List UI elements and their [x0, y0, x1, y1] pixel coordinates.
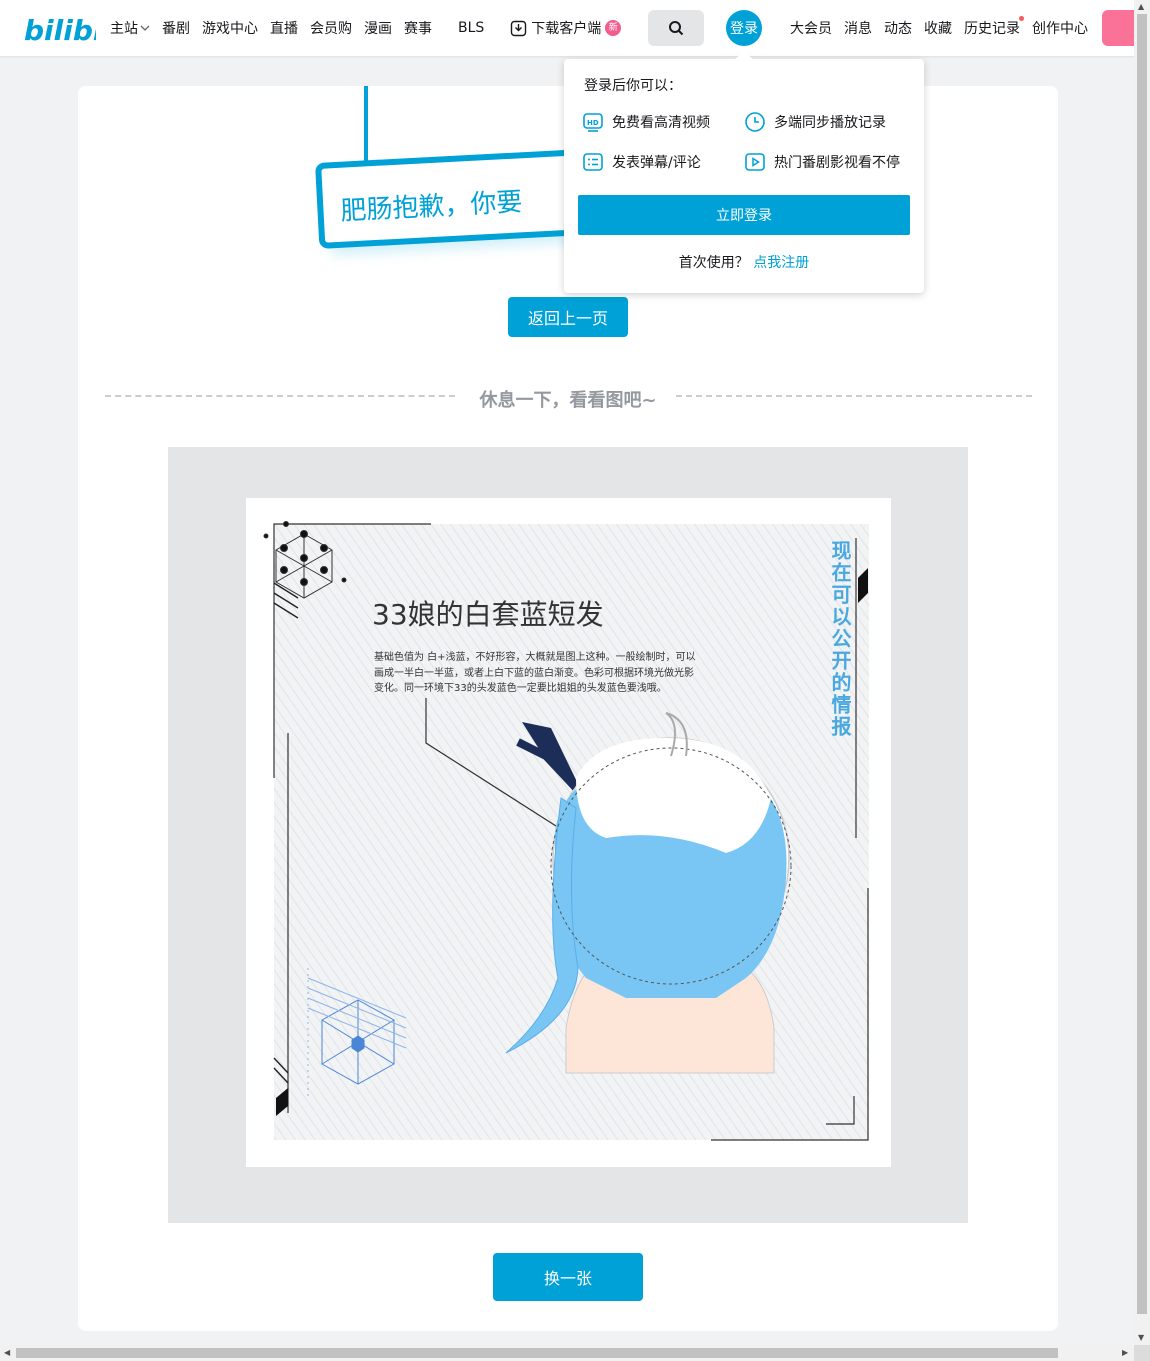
picture-frame: 33娘的白套蓝短发 基础色值为 白+浅蓝，不好形容，大概就是图上这种。一般绘制时…: [168, 447, 968, 1223]
nav-label: BLS: [458, 20, 485, 36]
nav-left: 主站 番剧 游戏中心 直播 会员购 漫画 赛事 BLS 下载客户端 新: [110, 0, 633, 56]
picture-illustration: 33娘的白套蓝短发 基础色值为 白+浅蓝，不好形容，大概就是图上这种。一般绘制时…: [263, 521, 869, 1141]
feature-bangumi: 热门番剧影视看不停: [744, 151, 900, 173]
top-header: bilibili 主站 番剧 游戏中心 直播 会员购 漫画 赛事 BLS 下载客…: [0, 0, 1134, 56]
register-prompt-text: 首次使用？: [678, 255, 749, 271]
notification-dot: [1019, 16, 1024, 21]
nav-bls[interactable]: BLS: [458, 0, 484, 56]
nav-label: 会员购: [310, 21, 352, 37]
play-icon: [745, 153, 765, 171]
svg-text:现在可以公开的情报: 现在可以公开的情报: [828, 540, 852, 738]
nav-label: 下载客户端: [531, 21, 602, 37]
nav-main-station[interactable]: 主站: [110, 0, 150, 56]
feature-danmaku-comments: 发表弹幕/评论: [582, 151, 701, 173]
nav-label: 创作中心: [1032, 21, 1088, 37]
chevron-down-icon: [140, 25, 150, 31]
nav-label: 番剧: [162, 21, 190, 37]
list-icon: [583, 153, 603, 171]
random-picture: 33娘的白套蓝短发 基础色值为 白+浅蓝，不好形容，大概就是图上这种。一般绘制时…: [246, 498, 891, 1167]
nav-messages[interactable]: 消息: [844, 0, 872, 56]
feature-sync-history: 多端同步播放记录: [744, 111, 886, 133]
register-link[interactable]: 点我注册: [753, 255, 809, 271]
new-badge: 新: [605, 20, 622, 36]
vertical-scrollbar[interactable]: ▲ ▼: [1134, 0, 1150, 1345]
nav-history[interactable]: 历史记录: [964, 0, 1024, 56]
nav-label: 消息: [844, 21, 872, 37]
hd-icon: HD: [583, 113, 603, 132]
popover-title: 登录后你可以：: [584, 78, 682, 94]
nav-label: 赛事: [404, 21, 432, 37]
scroll-up-arrow[interactable]: ▲: [1138, 2, 1144, 11]
horizontal-scrollbar[interactable]: ◀ ▶: [0, 1345, 1134, 1361]
svg-text:bilibili: bilibili: [24, 14, 96, 46]
register-prompt: 首次使用？ 点我注册: [564, 252, 924, 272]
nav-right: 大会员 消息 动态 收藏 历史记录 创作中心: [790, 0, 1100, 56]
scroll-right-arrow[interactable]: ▶: [1122, 1348, 1128, 1357]
login-now-button[interactable]: 立即登录: [578, 195, 910, 235]
upload-button[interactable]: [1102, 10, 1134, 46]
nav-vip[interactable]: 大会员: [790, 0, 832, 56]
nav-label: 直播: [270, 21, 298, 37]
feature-hd-video: HD 免费看高清视频: [582, 111, 710, 133]
nav-label: 历史记录: [964, 21, 1020, 37]
nav-label: 主站: [110, 21, 138, 37]
scroll-left-arrow[interactable]: ◀: [4, 1348, 10, 1357]
search-button[interactable]: [648, 10, 704, 46]
nav-label: 收藏: [924, 21, 952, 37]
bilibili-logo[interactable]: bilibili: [22, 10, 96, 46]
feature-label: 多端同步播放记录: [774, 115, 886, 131]
login-avatar[interactable]: 登录: [726, 10, 762, 46]
svg-text:HD: HD: [587, 119, 599, 127]
svg-text:变化。同一环境下33的头发蓝色一定要比姐姐的头发蓝色要浅哦。: 变化。同一环境下33的头发蓝色一定要比姐姐的头发蓝色要浅哦。: [374, 681, 667, 694]
nav-game-center[interactable]: 游戏中心: [202, 0, 258, 56]
nav-label: 大会员: [790, 21, 832, 37]
go-back-button[interactable]: 返回上一页: [508, 297, 628, 337]
feature-label: 发表弹幕/评论: [612, 155, 701, 171]
feature-label: 热门番剧影视看不停: [774, 155, 900, 171]
nav-label: 游戏中心: [202, 21, 258, 37]
svg-text:画成一半白一半蓝，或者上白下蓝的蓝白渐变。色彩可根据环境光做: 画成一半白一半蓝，或者上白下蓝的蓝白渐变。色彩可根据环境光做光影: [374, 666, 694, 679]
nav-bangumi[interactable]: 番剧: [162, 0, 190, 56]
download-icon: [511, 20, 527, 36]
feature-label: 免费看高清视频: [612, 115, 710, 131]
login-popover: 登录后你可以： HD 免费看高清视频 多端同步播放记录 发表弹幕/评论 热门番剧…: [564, 50, 924, 293]
horizontal-scroll-thumb[interactable]: [16, 1348, 1058, 1358]
scrollbar-corner: [1134, 1345, 1150, 1361]
svg-text:基础色值为 白+浅蓝，不好形容，大概就是图上这种。一般绘制时: 基础色值为 白+浅蓝，不好形容，大概就是图上这种。一般绘制时，可以: [374, 650, 696, 663]
nav-live[interactable]: 直播: [270, 0, 298, 56]
divider-line-right: [676, 395, 1032, 397]
nav-label: 动态: [884, 21, 912, 37]
search-icon: [669, 21, 684, 36]
nav-esports[interactable]: 赛事: [404, 0, 432, 56]
nav-creator-center[interactable]: 创作中心: [1032, 0, 1088, 56]
nav-manga[interactable]: 漫画: [364, 0, 392, 56]
divider-line-left: [105, 395, 455, 397]
nav-download-client[interactable]: 下载客户端 新: [510, 0, 622, 56]
clock-icon: [745, 112, 765, 132]
swap-picture-button[interactable]: 换一张: [493, 1253, 643, 1301]
vertical-scroll-thumb[interactable]: [1137, 14, 1147, 1314]
scroll-down-arrow[interactable]: ▼: [1138, 1333, 1144, 1342]
nav-dynamics[interactable]: 动态: [884, 0, 912, 56]
nav-mall[interactable]: 会员购: [310, 0, 352, 56]
nav-label: 漫画: [364, 21, 392, 37]
divider-text: 休息一下，看看图吧~: [479, 390, 657, 411]
nav-favorites[interactable]: 收藏: [924, 0, 952, 56]
svg-text:33娘的白套蓝短发: 33娘的白套蓝短发: [372, 598, 604, 631]
